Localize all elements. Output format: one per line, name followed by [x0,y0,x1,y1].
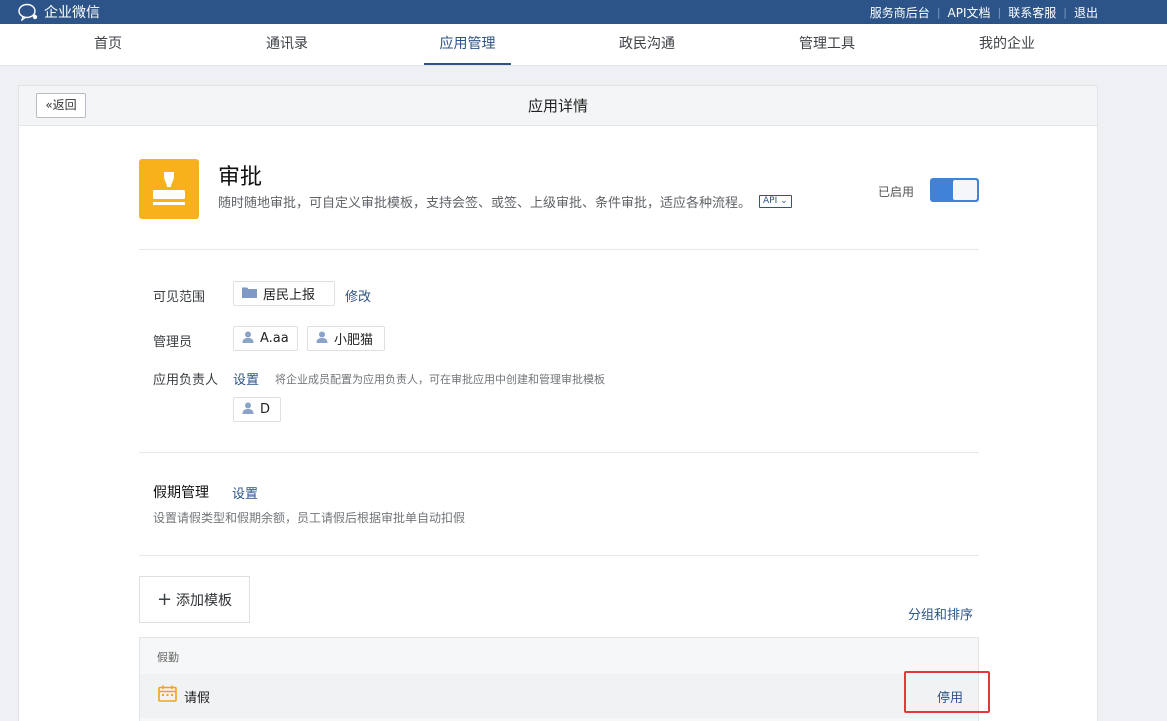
app-icon [139,159,199,219]
back-button-label: 返回 [52,98,77,112]
owner-name: D [260,402,271,417]
panel-title: 应用详情 [527,97,588,115]
template-name: 请假 [184,691,211,706]
divider [139,249,979,250]
leave-management-set-link[interactable]: 设置 [232,483,258,502]
top-bar: 企业微信 服务商后台 | API文档 | 联系客服 | 退出 [0,0,1167,24]
app-detail-panel: 应用详情 «返回 审批 随时随地审批，可自定义审批模板，支持会签、或签、上级审批… [18,85,1098,721]
app-description-text: 随时随地审批，可自定义审批模板，支持会签、或签、上级审批、条件审批，适应各种流程… [218,196,752,211]
template-disable-link[interactable]: 停用 [937,687,963,706]
template-row[interactable]: 请假 停用 [140,671,990,718]
top-links: 服务商后台 | API文档 | 联系客服 | 退出 [863,0,1105,24]
add-template-label: 添加模板 [176,592,233,609]
top-link-logout[interactable]: 退出 [1067,4,1105,21]
app-description: 随时随地审批，可自定义审批模板，支持会签、或签、上级审批、条件审批，适应各种流程… [218,192,792,211]
owner-label: 应用负责人 [153,373,219,388]
panel-header: 应用详情 «返回 [19,86,1097,126]
owner-chip: D [233,397,281,422]
visibility-edit-link[interactable]: 修改 [345,286,371,305]
admin-name: A.aa [260,331,289,346]
api-tag[interactable]: API ⌄ [759,195,792,208]
user-icon [242,402,254,418]
group-sort-link[interactable]: 分组和排序 [908,604,973,623]
visibility-label: 可见范围 [153,290,206,305]
calendar-icon [158,685,177,706]
plus-icon: + [156,588,173,610]
leave-management-title: 假期管理 [153,485,209,501]
visibility-value: 居民上报 [263,288,316,303]
toggle-knob [953,180,977,200]
folder-icon [242,286,257,302]
owner-set-link[interactable]: 设置 [233,369,259,388]
template-group: 假勤 请假 停用 [139,637,990,721]
back-button[interactable]: «返回 [36,93,86,118]
template-group-name: 假勤 [157,651,179,664]
wecom-logo-icon [18,3,40,21]
top-link-provider-console[interactable]: 服务商后台 [863,4,937,21]
visibility-chip: 居民上报 [233,281,335,306]
divider [139,452,979,453]
admin-name: 小肥猫 [334,333,374,348]
user-icon [316,331,328,347]
admins-label: 管理员 [153,335,193,350]
add-template-button[interactable]: + 添加模板 [139,576,250,623]
nav-management-tools[interactable]: 管理工具 [767,24,887,65]
divider [139,555,979,556]
nav-gov-communication[interactable]: 政民沟通 [587,24,707,65]
stamp-icon [139,172,199,223]
status-label: 已启用 [878,185,915,199]
enable-toggle[interactable] [930,178,979,202]
top-link-contact-support[interactable]: 联系客服 [1001,4,1063,21]
user-icon [242,331,254,347]
nav-app-management[interactable]: 应用管理 [424,24,511,65]
nav-my-enterprise[interactable]: 我的企业 [947,24,1067,65]
admin-chip: 小肥猫 [307,326,385,351]
admin-chip: A.aa [233,326,298,351]
logo-text: 企业微信 [44,5,100,21]
nav-contacts[interactable]: 通讯录 [227,24,347,65]
owner-hint: 将企业成员配置为应用负责人，可在审批应用中创建和管理审批模板 [275,373,605,386]
leave-management-hint: 设置请假类型和假期余额，员工请假后根据审批单自动扣假 [153,511,466,525]
api-tag-label: API [763,196,778,206]
double-chevron-left-icon: « [45,98,53,112]
main-nav: 首页 通讯录 应用管理 政民沟通 管理工具 我的企业 [0,24,1167,66]
logo[interactable]: 企业微信 [18,2,100,22]
app-name: 审批 [218,165,263,190]
nav-home[interactable]: 首页 [48,24,168,65]
top-link-api-docs[interactable]: API文档 [941,4,998,21]
chevron-down-icon: ⌄ [780,196,788,206]
